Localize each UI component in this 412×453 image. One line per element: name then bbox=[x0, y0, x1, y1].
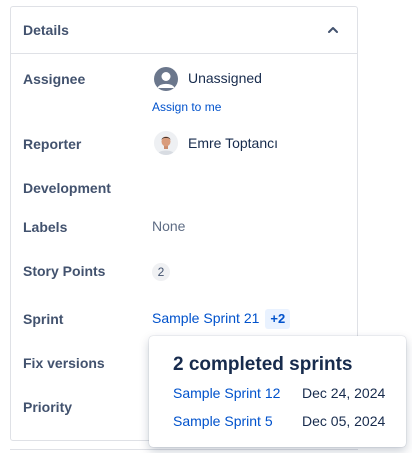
priority-label: Priority bbox=[23, 399, 73, 415]
story-points-container[interactable]: 2 bbox=[152, 263, 170, 281]
reporter-label: Reporter bbox=[23, 136, 82, 152]
labels-value[interactable]: None bbox=[152, 218, 185, 234]
completed-sprints-popup: 2 completed sprints Sample Sprint 12 Dec… bbox=[149, 336, 406, 447]
story-points-badge: 2 bbox=[152, 263, 170, 281]
popup-sprint-link[interactable]: Sample Sprint 12 bbox=[173, 385, 280, 401]
development-label: Development bbox=[23, 180, 111, 196]
user-avatar-icon bbox=[154, 67, 178, 91]
fix-versions-label: Fix versions bbox=[23, 355, 105, 371]
assign-to-me-link[interactable]: Assign to me bbox=[152, 100, 221, 114]
more-sprints-badge[interactable]: +2 bbox=[265, 309, 291, 329]
sprint-value-container: Sample Sprint 21 +2 bbox=[152, 309, 291, 329]
chevron-up-icon[interactable] bbox=[323, 20, 343, 40]
section-divider bbox=[10, 449, 358, 450]
details-header[interactable]: Details bbox=[11, 7, 357, 54]
labels-label: Labels bbox=[23, 219, 68, 235]
sprint-label: Sprint bbox=[23, 311, 64, 327]
popup-sprint-link[interactable]: Sample Sprint 5 bbox=[173, 413, 273, 429]
popup-sprint-date: Dec 24, 2024 bbox=[302, 385, 386, 401]
popup-title: 2 completed sprints bbox=[173, 354, 353, 375]
reporter-value[interactable]: Emre Toptancı bbox=[188, 135, 278, 151]
reporter-avatar bbox=[154, 131, 178, 155]
popup-sprint-date: Dec 05, 2024 bbox=[302, 413, 386, 429]
story-points-label: Story Points bbox=[23, 263, 106, 279]
assignee-label: Assignee bbox=[23, 71, 86, 87]
details-title: Details bbox=[23, 22, 69, 38]
sprint-link[interactable]: Sample Sprint 21 bbox=[152, 310, 259, 326]
assignee-value[interactable]: Unassigned bbox=[188, 70, 262, 86]
